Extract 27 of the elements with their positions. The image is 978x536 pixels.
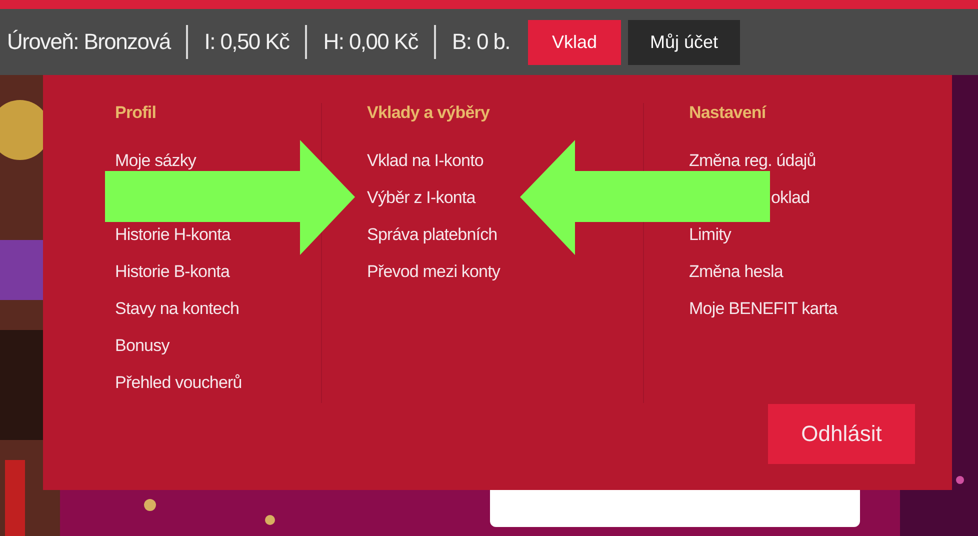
column-heading: Vklady a výběry [367,103,491,124]
account-button[interactable]: Můj účet [628,20,740,64]
menu-link[interactable]: Vklad na I-konto [367,151,484,171]
menu-link[interactable]: Stavy na kontech [115,299,240,319]
menu-link[interactable]: Moje sázky [115,151,196,171]
column-heading: Profil [115,103,158,124]
account-stat: B: 0 b. [452,29,510,55]
menu-link[interactable]: Správa platebních [367,225,498,245]
menu-link[interactable]: Výběr z I-konta [367,188,476,208]
menu-link[interactable]: Přehled voucherů [115,373,242,393]
logout-button[interactable]: Odhlásit [768,404,915,464]
menu-link[interactable]: Historie B-konta [115,262,230,282]
menu-link[interactable]: oklad [771,188,810,208]
menu-link[interactable]: Změna hesla [689,262,783,282]
menu-link[interactable]: Převod mezi konty [367,262,500,282]
deposit-button[interactable]: Vklad [528,20,621,64]
menu-link[interactable]: Bonusy [115,336,170,356]
arrow-icon [105,140,355,255]
menu-link[interactable]: Moje BENEFIT karta [689,299,838,319]
account-stat: Úroveň: Bronzová [7,29,170,55]
menu-link[interactable]: Limity [689,225,731,245]
menu-link[interactable]: Změna reg. údajů [689,151,816,171]
arrow-icon [520,140,770,255]
column-heading: Nastavení [689,103,768,124]
account-stat: H: 0,00 Kč [323,29,418,55]
account-stat: I: 0,50 Kč [204,29,290,55]
menu-link[interactable]: Historie H-konta [115,225,230,245]
